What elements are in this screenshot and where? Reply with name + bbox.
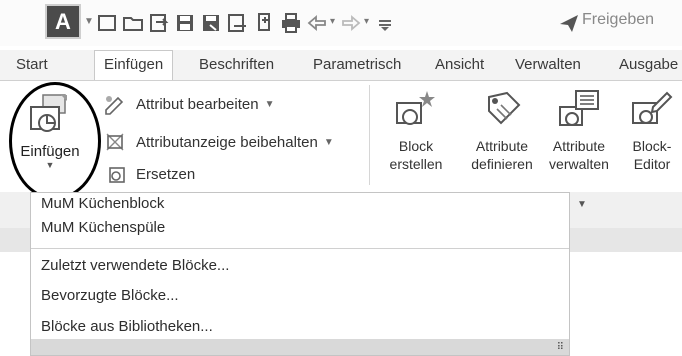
chevron-down-icon[interactable]: ▼ (577, 199, 587, 210)
block-editor-label-1: Block- (632, 138, 672, 154)
tab-einfuegen[interactable]: Einfügen (94, 50, 174, 80)
menu-item-library-blocks[interactable]: Blöcke aus Bibliotheken... (41, 318, 213, 335)
edit-attribute-label: Attribut bearbeiten (136, 95, 259, 113)
tab-verwalten[interactable]: Verwalten (515, 56, 581, 73)
ribbon-panel: Einfügen ▼ Attribut bearbeiten ▼ Attribu… (0, 80, 682, 241)
define-attributes-label-2: definieren (471, 156, 533, 172)
tab-ausgabe[interactable]: Ausgabe (619, 56, 678, 73)
create-block-icon (393, 87, 439, 133)
menu-item-block-1[interactable]: MuM Küchenblock (41, 195, 164, 212)
edit-attribute-button[interactable]: Attribut bearbeiten ▼ (102, 91, 274, 117)
insert-block-dropdown: MuM Küchenblock MuM Küchenspüle Zuletzt … (30, 192, 570, 356)
menu-item-block-2[interactable]: MuM Küchenspüle (41, 219, 165, 236)
chevron-down-icon[interactable]: ▼ (84, 16, 94, 27)
block-editor-label-2: Editor (633, 156, 671, 172)
undo-icon[interactable] (306, 12, 328, 34)
ribbon-tabs: Start Einfügen Beschriften Parametrisch … (0, 50, 682, 80)
application-menu-button[interactable]: A (45, 4, 81, 39)
print-icon[interactable] (280, 12, 302, 34)
retain-attribute-display-button[interactable]: Attributanzeige beibehalten ▼ (102, 129, 334, 155)
tab-beschriften[interactable]: Beschriften (199, 56, 274, 73)
menu-item-favorite-blocks[interactable]: Bevorzugte Blöcke... (41, 287, 179, 304)
manage-attributes-button[interactable]: Attribute verwalten (543, 87, 615, 173)
undo-dropdown-icon[interactable]: ▾ (330, 16, 335, 27)
define-attributes-icon (479, 87, 525, 133)
create-block-label-1: Block (398, 138, 434, 154)
block-editor-button[interactable]: Block- Editor (622, 87, 682, 173)
manage-attributes-icon (556, 87, 602, 133)
new-icon[interactable] (96, 12, 118, 34)
quick-access-toolbar: A ▼ ▾ ▾ Freigeben (0, 0, 682, 46)
save-web-icon[interactable] (226, 12, 248, 34)
open-web-icon[interactable] (148, 12, 170, 34)
manage-attributes-label-1: Attribute (552, 138, 606, 154)
block-editor-icon (629, 87, 675, 133)
open-icon[interactable] (122, 12, 144, 34)
resize-grip-icon[interactable]: ⠿ (557, 342, 564, 353)
redo-icon[interactable] (340, 12, 362, 34)
ribbon-separator (369, 85, 370, 185)
save-as-icon[interactable] (200, 12, 222, 34)
create-block-button[interactable]: Block erstellen (382, 87, 450, 173)
replace-label: Ersetzen (136, 165, 196, 183)
replace-button[interactable]: Ersetzen (102, 161, 195, 187)
save-icon[interactable] (174, 12, 196, 34)
define-attributes-button[interactable]: Attribute definieren (466, 87, 538, 173)
tab-parametrisch[interactable]: Parametrisch (313, 56, 401, 73)
manage-attributes-label-2: verwalten (549, 156, 609, 172)
customize-icon[interactable] (374, 12, 396, 34)
replace-icon (102, 162, 128, 186)
menu-resize-bar: ⠿ (31, 339, 569, 355)
create-block-label-2: erstellen (389, 156, 443, 172)
plot-icon[interactable] (254, 12, 276, 34)
menu-separator (31, 248, 569, 249)
define-attributes-label-1: Attribute (475, 138, 529, 154)
redo-dropdown-icon[interactable]: ▾ (364, 16, 369, 27)
share-icon[interactable] (558, 12, 580, 34)
retain-attribute-display-label: Attributanzeige beibehalten (136, 133, 318, 151)
tab-start[interactable]: Start (16, 56, 48, 73)
highlight-circle (9, 82, 101, 200)
edit-attribute-icon (102, 92, 128, 116)
chevron-down-icon[interactable]: ▼ (265, 99, 275, 110)
tab-ansicht[interactable]: Ansicht (435, 56, 484, 73)
share-label[interactable]: Freigeben (582, 11, 654, 29)
menu-item-recent-blocks[interactable]: Zuletzt verwendete Blöcke... (41, 257, 229, 274)
retain-attribute-display-icon (102, 130, 128, 154)
chevron-down-icon[interactable]: ▼ (324, 137, 334, 148)
